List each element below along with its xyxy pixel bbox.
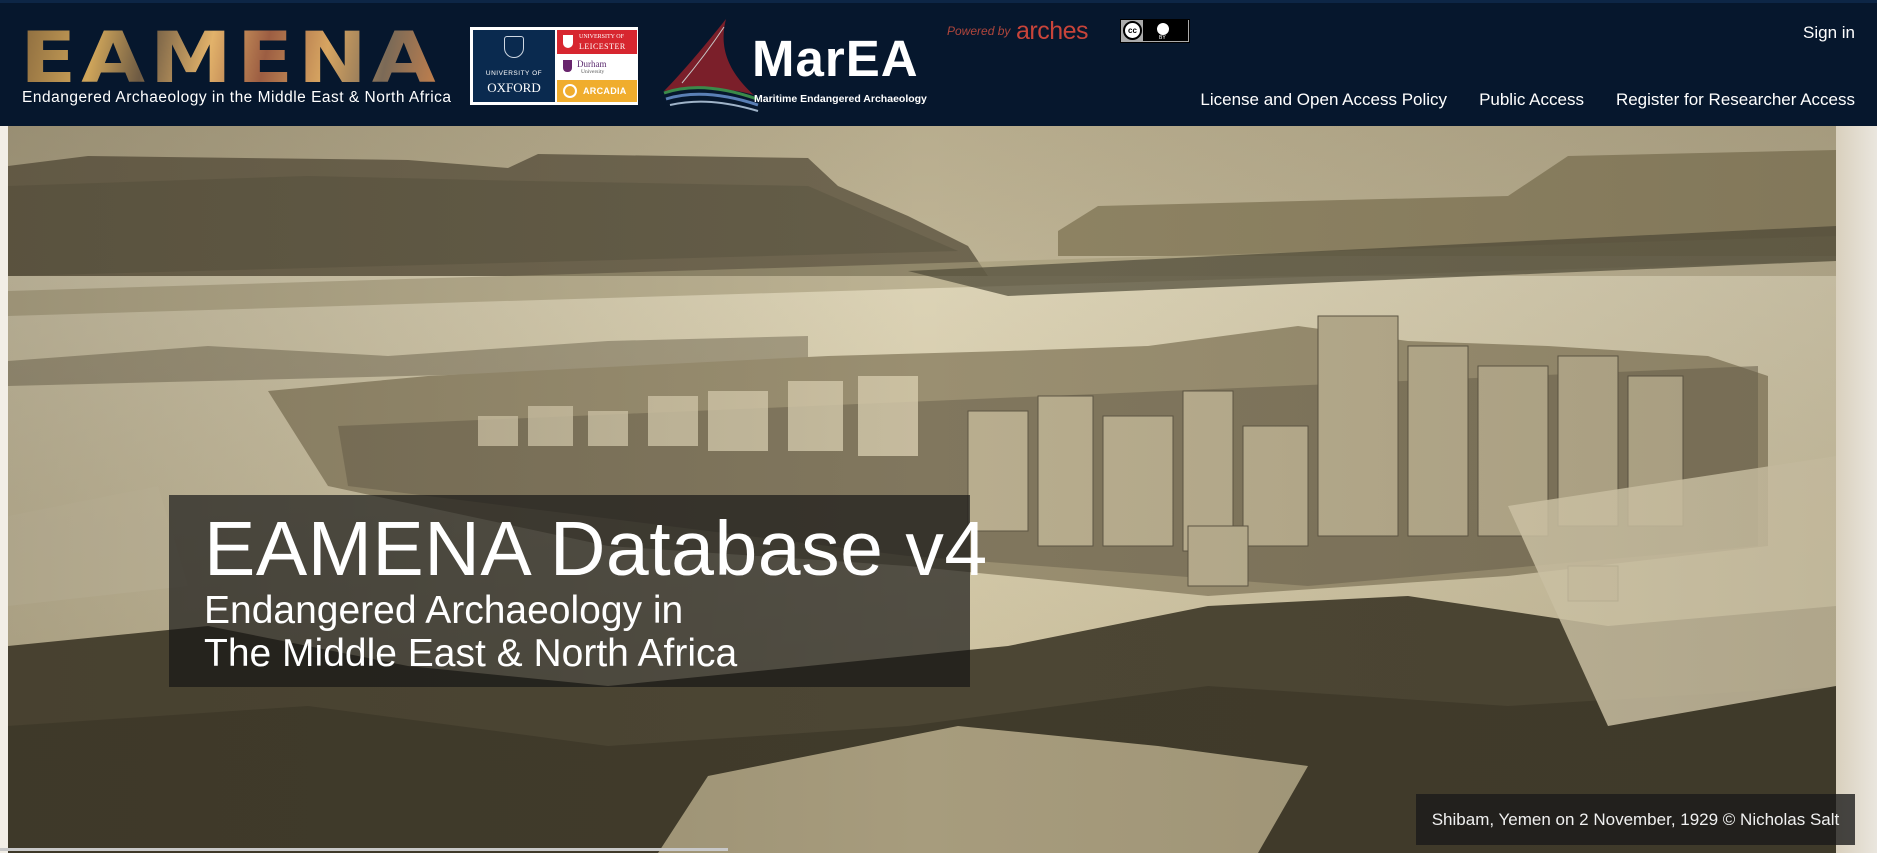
hero-subtitle: Endangered Archaeology in The Middle Eas… <box>204 589 737 675</box>
arches-logo[interactable]: arches <box>1016 17 1089 46</box>
oxford-logo: UNIVERSITY OF OXFORD <box>473 30 555 102</box>
oxford-line1: UNIVERSITY OF <box>485 70 543 77</box>
marea-wordmark: MarEA <box>752 30 919 87</box>
powered-by-label: Powered by <box>947 24 1011 38</box>
durham-line2: University <box>581 69 605 75</box>
eamena-logo-wordmark: EAMENA <box>20 17 441 99</box>
marea-wave-icon <box>663 19 759 112</box>
leicester-shield-icon <box>563 35 573 48</box>
eamena-tagline: Endangered Archaeology in the Middle Eas… <box>22 89 452 106</box>
photo-credit: Shibam, Yemen on 2 November, 1929 © Nich… <box>1416 794 1855 845</box>
leicester-line2: LEICESTER <box>579 42 626 51</box>
nav-register-researcher[interactable]: Register for Researcher Access <box>1616 90 1855 110</box>
hero-section: EAMENA Database v4 Endangered Archaeolog… <box>0 126 1877 853</box>
arcadia-icon <box>563 84 577 98</box>
hero-title: EAMENA Database v4 <box>204 506 988 592</box>
oxford-crest-icon <box>504 36 524 58</box>
nav-public-access[interactable]: Public Access <box>1479 90 1584 110</box>
hero-subtitle-line1: Endangered Archaeology in <box>204 589 684 632</box>
partner-logos: UNIVERSITY OF OXFORD UNIVERSITY OF LEICE… <box>470 27 638 105</box>
leicester-logo: UNIVERSITY OF LEICESTER <box>557 30 637 54</box>
hero-title-panel: EAMENA Database v4 Endangered Archaeolog… <box>169 495 987 687</box>
oxford-line2: OXFORD <box>487 80 541 95</box>
shibam-sepia-landscape <box>8 126 1836 853</box>
cc-by-license-badge[interactable]: cc BY <box>1120 19 1190 43</box>
hero-subtitle-line2: The Middle East & North Africa <box>204 632 738 675</box>
hero-right-edge <box>1836 126 1877 853</box>
horizontal-scrollbar[interactable] <box>0 848 728 851</box>
marea-subtitle: Maritime Endangered Archaeology <box>754 93 927 105</box>
arcadia-label: ARCADIA <box>583 86 627 96</box>
marea-logo[interactable]: MarEA Maritime Endangered Archaeology <box>662 13 932 113</box>
main-nav: License and Open Access Policy Public Ac… <box>1200 90 1855 110</box>
sign-in-link[interactable]: Sign in <box>1803 23 1855 43</box>
durham-logo: Durham University <box>557 56 637 78</box>
hero-background-photo <box>8 126 1836 853</box>
durham-shield-icon <box>563 60 572 72</box>
leicester-line1: UNIVERSITY OF <box>579 34 624 40</box>
by-label: BY <box>1159 35 1166 41</box>
eamena-logo[interactable]: EAMENA Endangered Archaeology in the Mid… <box>20 23 460 113</box>
cc-icon: cc <box>1123 21 1142 40</box>
top-header: EAMENA Endangered Archaeology in the Mid… <box>0 0 1877 126</box>
arcadia-logo: ARCADIA <box>557 80 637 102</box>
durham-line1: Durham <box>577 59 607 69</box>
nav-license-policy[interactable]: License and Open Access Policy <box>1200 90 1447 110</box>
